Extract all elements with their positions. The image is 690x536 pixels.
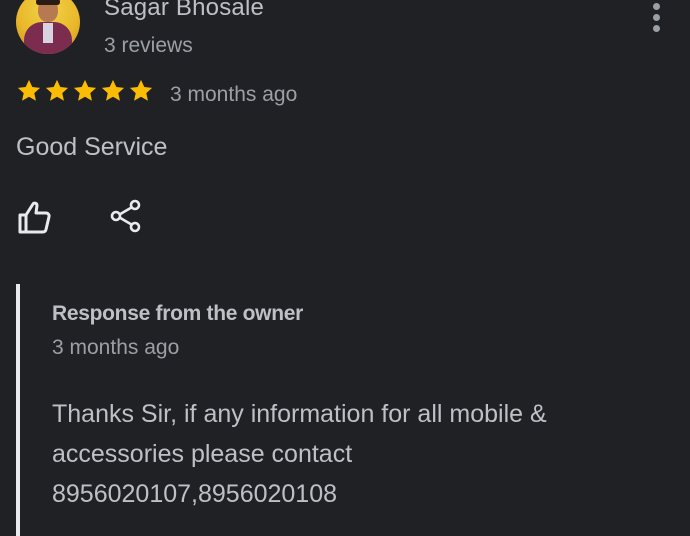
more-vert-icon-dot bbox=[652, 24, 660, 32]
star-icon bbox=[73, 79, 97, 101]
review-time: 3 months ago bbox=[170, 83, 298, 106]
more-options-button[interactable] bbox=[640, 0, 672, 34]
owner-response-text-line: Thanks Sir, if any information for all m… bbox=[52, 400, 547, 428]
avatar-hair bbox=[36, 0, 60, 5]
more-vert-icon bbox=[652, 2, 660, 10]
owner-response-phone-numbers[interactable]: 8956020107,8956020108 bbox=[52, 474, 652, 514]
avatar-shirt bbox=[43, 23, 53, 43]
reviewer-name[interactable]: Sagar Bhosale bbox=[104, 0, 264, 22]
owner-response-text: Thanks Sir, if any information for all m… bbox=[52, 394, 652, 514]
star-rating bbox=[15, 77, 155, 105]
reviewer-review-count: 3 reviews bbox=[104, 34, 193, 57]
star-icon bbox=[45, 79, 69, 101]
owner-response-time: 3 months ago bbox=[52, 336, 180, 359]
more-vert-icon-dot bbox=[652, 13, 660, 21]
owner-response-text-line: accessories please contact bbox=[52, 440, 353, 468]
star-icon bbox=[101, 79, 125, 101]
review-card: Sagar Bhosale 3 reviews 3 months ago Goo… bbox=[0, 0, 690, 536]
owner-response: Response from the owner 3 months ago Tha… bbox=[16, 284, 680, 536]
star-icon bbox=[17, 79, 41, 101]
owner-response-title: Response from the owner bbox=[52, 302, 303, 325]
share-button[interactable] bbox=[106, 196, 146, 236]
thumbs-up-icon bbox=[18, 201, 51, 234]
share-icon bbox=[110, 199, 141, 233]
avatar[interactable] bbox=[16, 0, 80, 54]
like-button[interactable] bbox=[14, 198, 56, 238]
review-text: Good Service bbox=[16, 133, 168, 161]
star-icon bbox=[129, 79, 153, 101]
